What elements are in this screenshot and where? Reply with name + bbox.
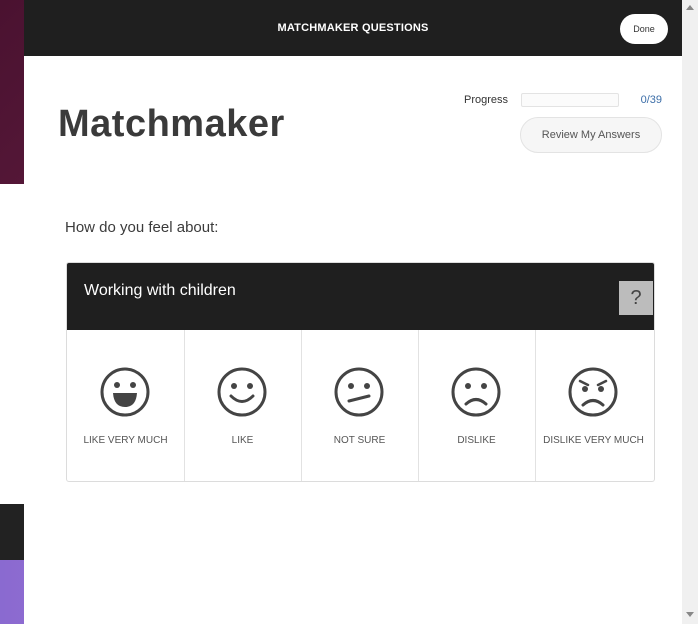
scroll-up-arrow-icon[interactable] bbox=[686, 5, 694, 10]
option-label: DISLIKE VERY MUCH bbox=[543, 435, 644, 446]
option-label: LIKE bbox=[231, 435, 254, 446]
smile-face-icon bbox=[217, 367, 267, 417]
help-button[interactable]: ? bbox=[619, 281, 653, 315]
progress-count: 0/39 bbox=[640, 94, 662, 106]
option-label: NOT SURE bbox=[333, 435, 386, 446]
scroll-down-arrow-icon[interactable] bbox=[686, 612, 694, 617]
review-answers-button[interactable]: Review My Answers bbox=[520, 117, 662, 153]
progress-bar bbox=[521, 93, 619, 107]
option-like-very-much[interactable]: LIKE VERY MUCH bbox=[67, 330, 185, 481]
scrollbar[interactable] bbox=[682, 0, 698, 624]
modal-header: MATCHMAKER QUESTIONS Done bbox=[24, 0, 682, 56]
modal-title: MATCHMAKER QUESTIONS bbox=[277, 22, 429, 34]
progress-label: Progress bbox=[464, 94, 509, 106]
option-label: DISLIKE bbox=[457, 435, 496, 446]
question-header: Working with children ? bbox=[67, 263, 654, 330]
very-sad-face-icon bbox=[568, 367, 618, 417]
very-happy-face-icon bbox=[100, 367, 150, 417]
question-text: Working with children bbox=[84, 282, 236, 299]
answer-options: LIKE VERY MUCH LIKE NOT SURE DISLIKE DIS… bbox=[67, 330, 654, 481]
option-dislike[interactable]: DISLIKE bbox=[418, 330, 536, 481]
option-like[interactable]: LIKE bbox=[184, 330, 302, 481]
matchmaker-modal: MATCHMAKER QUESTIONS Done Matchmaker Pro… bbox=[24, 0, 682, 624]
question-prompt: How do you feel about: bbox=[65, 219, 219, 236]
option-label: LIKE VERY MUCH bbox=[83, 435, 168, 446]
question-card: Working with children ? LIKE VERY MUCH L… bbox=[66, 262, 655, 482]
page-title: Matchmaker bbox=[58, 103, 285, 145]
option-dislike-very-much[interactable]: DISLIKE VERY MUCH bbox=[535, 330, 652, 481]
unsure-face-icon bbox=[334, 367, 384, 417]
done-button[interactable]: Done bbox=[620, 14, 668, 44]
frown-face-icon bbox=[451, 367, 501, 417]
option-not-sure[interactable]: NOT SURE bbox=[301, 330, 419, 481]
